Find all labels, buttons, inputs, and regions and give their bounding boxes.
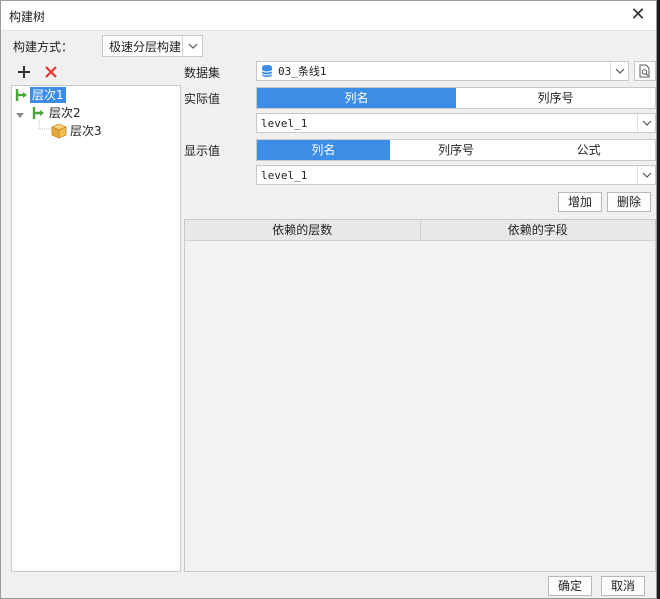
add-node-button[interactable] <box>15 63 33 81</box>
hierarchy-icon <box>14 87 30 103</box>
chevron-down-icon[interactable] <box>637 166 655 184</box>
dataset-preview-button[interactable] <box>634 61 656 81</box>
display-value-mode: 列名 列序号 公式 <box>256 139 656 161</box>
close-icon[interactable]: ✕ <box>628 5 648 25</box>
delete-node-button[interactable] <box>42 63 60 81</box>
database-icon <box>260 64 274 78</box>
ok-button[interactable]: 确定 <box>548 576 592 596</box>
dataset-select[interactable]: 03_条线1 <box>256 61 629 81</box>
dependency-table: 依赖的层数 依赖的字段 <box>184 219 656 572</box>
tree-node-level3[interactable]: 层次3 <box>50 122 104 140</box>
display-value-option-colname[interactable]: 列名 <box>257 140 390 160</box>
display-value-field-select[interactable]: level_1 <box>256 165 656 185</box>
actual-value-label: 实际值 <box>184 92 221 106</box>
display-value-label: 显示值 <box>184 144 221 158</box>
hierarchy-tree: 层次1 层次2 层次3 <box>11 85 181 572</box>
tree-node-label: 层次3 <box>70 124 102 138</box>
delete-button[interactable]: 删除 <box>607 192 651 212</box>
actual-value-option-colname[interactable]: 列名 <box>257 88 456 108</box>
column-header-levels[interactable]: 依赖的层数 <box>185 220 420 240</box>
tree-node-level1[interactable]: 层次1 <box>14 86 66 104</box>
display-value-option-formula[interactable]: 公式 <box>522 140 655 160</box>
build-method-select[interactable]: 极速分层构建 <box>102 35 203 57</box>
actual-value-field-select[interactable]: level_1 <box>256 113 656 133</box>
add-button[interactable]: 增加 <box>558 192 602 212</box>
dataset-label: 数据集 <box>184 66 221 80</box>
actual-value-mode: 列名 列序号 <box>256 87 656 109</box>
tree-node-label: 层次1 <box>30 87 66 103</box>
tree-node-label: 层次2 <box>49 106 81 120</box>
build-method-label: 构建方式： <box>13 40 74 54</box>
build-method-value: 极速分层构建 <box>109 39 182 54</box>
display-value-field: level_1 <box>261 168 308 182</box>
build-tree-dialog: 构建树 ✕ 构建方式： 极速分层构建 层次1 层次2 层次3 数据集 03_条线… <box>0 0 657 599</box>
hierarchy-icon <box>31 105 47 121</box>
chevron-down-icon[interactable] <box>182 36 202 56</box>
cancel-button[interactable]: 取消 <box>601 576 645 596</box>
table-header: 依赖的层数 依赖的字段 <box>185 220 655 241</box>
dialog-title: 构建树 <box>9 10 46 24</box>
table-body <box>185 241 655 571</box>
chevron-down-icon[interactable] <box>610 62 628 80</box>
actual-value-option-colindex[interactable]: 列序号 <box>456 88 655 108</box>
column-header-fields[interactable]: 依赖的字段 <box>419 220 656 240</box>
display-value-option-colindex[interactable]: 列序号 <box>390 140 523 160</box>
actual-value-field: level_1 <box>261 116 308 130</box>
title-bar: 构建树 ✕ <box>1 1 656 31</box>
cube-icon <box>50 123 68 139</box>
chevron-down-icon[interactable] <box>637 114 655 132</box>
document-search-icon <box>638 64 652 78</box>
expand-arrow-icon[interactable] <box>16 113 24 118</box>
dataset-value: 03_条线1 <box>278 65 327 78</box>
